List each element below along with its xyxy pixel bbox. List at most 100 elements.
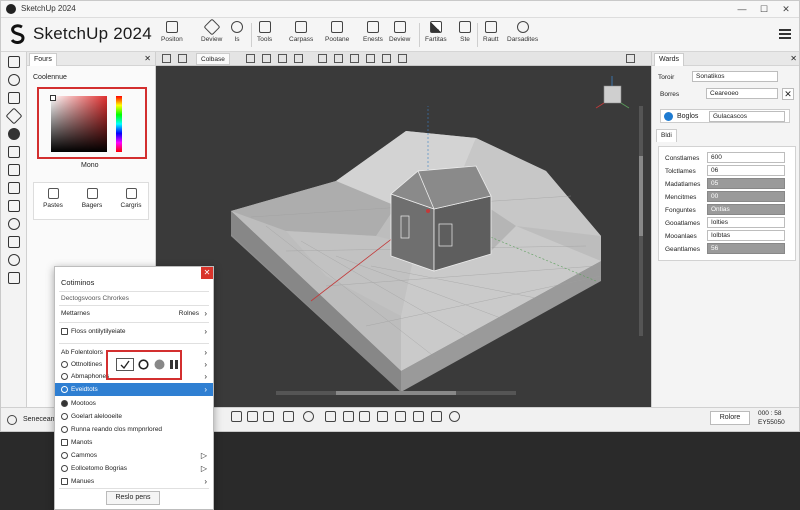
toolbar-fartitas[interactable]: Fartitas bbox=[425, 21, 447, 49]
style-xray-icon[interactable] bbox=[318, 54, 327, 63]
view-front-icon[interactable] bbox=[262, 54, 271, 63]
select-tool-icon[interactable] bbox=[8, 56, 20, 68]
rolore-button[interactable]: Rolore bbox=[710, 411, 750, 425]
color-picker-handle[interactable] bbox=[50, 95, 56, 101]
toolbar-rautt[interactable]: Rautt bbox=[483, 21, 499, 49]
toolbar-deview-2[interactable]: Deview bbox=[389, 21, 410, 49]
style-wire-icon[interactable] bbox=[334, 54, 343, 63]
section-tool-icon[interactable] bbox=[8, 272, 20, 284]
zoom-tool-icon[interactable] bbox=[8, 218, 20, 230]
toolbar-enests[interactable]: Enests bbox=[363, 21, 383, 49]
close-window-button[interactable]: ✕ bbox=[775, 2, 797, 17]
bottom-tool-9-icon[interactable] bbox=[377, 411, 388, 422]
ring-style-icon[interactable] bbox=[138, 359, 149, 370]
field-fonguntes[interactable]: Ontias bbox=[707, 204, 785, 215]
minimize-button[interactable]: — bbox=[731, 2, 753, 17]
menu-item-cammos[interactable]: Cammos ▷ bbox=[55, 449, 213, 462]
push-pull-tool-icon[interactable] bbox=[8, 146, 20, 158]
menu-item-goelart[interactable]: Goelart alelooeite bbox=[55, 410, 213, 423]
settings-gear-icon[interactable] bbox=[7, 415, 17, 425]
bottom-tool-10-icon[interactable] bbox=[395, 411, 406, 422]
toolbar-ste[interactable]: Ste bbox=[459, 21, 471, 49]
field-geantlames[interactable]: 56 bbox=[707, 243, 785, 254]
clear-icon[interactable]: ✕ bbox=[782, 88, 794, 100]
field-gooatlames[interactable]: Iolties bbox=[707, 217, 785, 228]
material-pastes[interactable]: Pastes bbox=[38, 188, 68, 209]
rectangle-tool-icon[interactable] bbox=[8, 92, 20, 104]
rotate-tool-icon[interactable] bbox=[8, 182, 20, 194]
filled-style-icon[interactable] bbox=[154, 359, 165, 370]
tab-fours[interactable]: Fours bbox=[29, 53, 57, 66]
field-mooanlaes[interactable]: Iolbtas bbox=[707, 230, 785, 241]
toolbar-carpass[interactable]: Carpass bbox=[289, 21, 313, 49]
close-panel-icon[interactable]: ✕ bbox=[144, 54, 151, 63]
toroir-select[interactable]: Sonatikos bbox=[692, 71, 778, 82]
check-style-icon[interactable] bbox=[116, 358, 134, 371]
bottom-tool-5-icon[interactable] bbox=[303, 411, 314, 422]
menu-item-mettarnes[interactable]: Mettarnes Rolnes › bbox=[55, 307, 213, 320]
field-madatlames[interactable]: 05 bbox=[707, 178, 785, 189]
viewport-camera-icon[interactable] bbox=[178, 54, 187, 63]
view-right-icon[interactable] bbox=[278, 54, 287, 63]
maximize-button[interactable]: ☐ bbox=[753, 2, 775, 17]
menu-item-manots[interactable]: Manots bbox=[55, 436, 213, 449]
eraser-tool-icon[interactable] bbox=[5, 107, 23, 125]
field-constlames[interactable]: 600 bbox=[707, 152, 785, 163]
menu-item-eveidtots[interactable]: Eveidtots › bbox=[55, 383, 213, 396]
view-back-icon[interactable] bbox=[294, 54, 303, 63]
color-picker-field[interactable] bbox=[51, 96, 107, 152]
3d-scene[interactable] bbox=[156, 66, 651, 407]
style-mono-icon[interactable] bbox=[398, 54, 407, 63]
bottom-tool-2-icon[interactable] bbox=[247, 411, 258, 422]
tape-tool-icon[interactable] bbox=[8, 236, 20, 248]
viewport-grid-icon[interactable] bbox=[162, 54, 171, 63]
toolbar-tools[interactable]: Tools bbox=[257, 21, 272, 49]
hue-slider[interactable] bbox=[116, 96, 122, 152]
toolbar-positon[interactable]: Positon bbox=[161, 21, 183, 49]
model-viewport[interactable]: Colbase bbox=[156, 52, 651, 407]
walk-tool-icon[interactable] bbox=[8, 254, 20, 266]
material-cargris[interactable]: Cargris bbox=[116, 188, 146, 209]
menu-item-eollcetomo[interactable]: Eollcetomo Bogrias ▷ bbox=[55, 462, 213, 475]
bottom-tool-13-icon[interactable] bbox=[449, 411, 460, 422]
field-tolctlames[interactable]: 06 bbox=[707, 165, 785, 176]
orbit-tool-icon[interactable] bbox=[8, 74, 20, 86]
close-right-panel-icon[interactable]: ✕ bbox=[790, 54, 797, 63]
menu-item-runna[interactable]: Runna reando clos mmpnrlored bbox=[55, 423, 213, 436]
bottom-tool-6-icon[interactable] bbox=[325, 411, 336, 422]
material-bagers[interactable]: Bagers bbox=[77, 188, 107, 209]
pair-style-icon[interactable] bbox=[169, 359, 180, 370]
viewport-expand-icon[interactable] bbox=[626, 54, 635, 63]
reslo-pens-button[interactable]: Reslo pens bbox=[106, 491, 160, 505]
paint-tool-icon[interactable] bbox=[8, 128, 20, 140]
toolbar-pootane[interactable]: Pootane bbox=[325, 21, 349, 49]
bottom-tool-3-icon[interactable] bbox=[263, 411, 274, 422]
style-hidden-icon[interactable] bbox=[350, 54, 359, 63]
tab-bldi[interactable]: Bldi bbox=[656, 129, 677, 142]
tab-wards[interactable]: Wards bbox=[654, 53, 684, 66]
toolbar-is[interactable]: Is bbox=[231, 21, 243, 49]
style-textured-icon[interactable] bbox=[382, 54, 391, 63]
borres-select[interactable]: Ceareoeo bbox=[706, 88, 778, 99]
menu-item-manues[interactable]: Manues › bbox=[55, 475, 213, 488]
close-menu-icon[interactable]: ✕ bbox=[201, 267, 213, 279]
scale-tool-icon[interactable] bbox=[8, 200, 20, 212]
menu-item-floss[interactable]: Floss ontilytilyeiate › bbox=[55, 325, 213, 338]
bottom-tool-7-icon[interactable] bbox=[343, 411, 354, 422]
move-tool-icon[interactable] bbox=[8, 164, 20, 176]
bottom-tool-4-icon[interactable] bbox=[283, 411, 294, 422]
tab-colbase[interactable]: Colbase bbox=[196, 53, 230, 65]
menu-item-mootoos[interactable]: Mootoos bbox=[55, 397, 213, 410]
bottom-tool-11-icon[interactable] bbox=[413, 411, 424, 422]
position-icon bbox=[165, 21, 178, 33]
toolbar-deview[interactable]: Deview bbox=[201, 18, 222, 49]
boglos-chip[interactable]: Boglos Gulacascos bbox=[660, 109, 790, 123]
bottom-tool-1-icon[interactable] bbox=[231, 411, 242, 422]
menu-hamburger-icon[interactable] bbox=[779, 29, 791, 39]
field-mencitmes[interactable]: 00 bbox=[707, 191, 785, 202]
toolbar-darsadites[interactable]: Darsadites bbox=[507, 21, 538, 49]
view-top-icon[interactable] bbox=[246, 54, 255, 63]
style-shaded-icon[interactable] bbox=[366, 54, 375, 63]
bottom-tool-12-icon[interactable] bbox=[431, 411, 442, 422]
bottom-tool-8-icon[interactable] bbox=[359, 411, 370, 422]
